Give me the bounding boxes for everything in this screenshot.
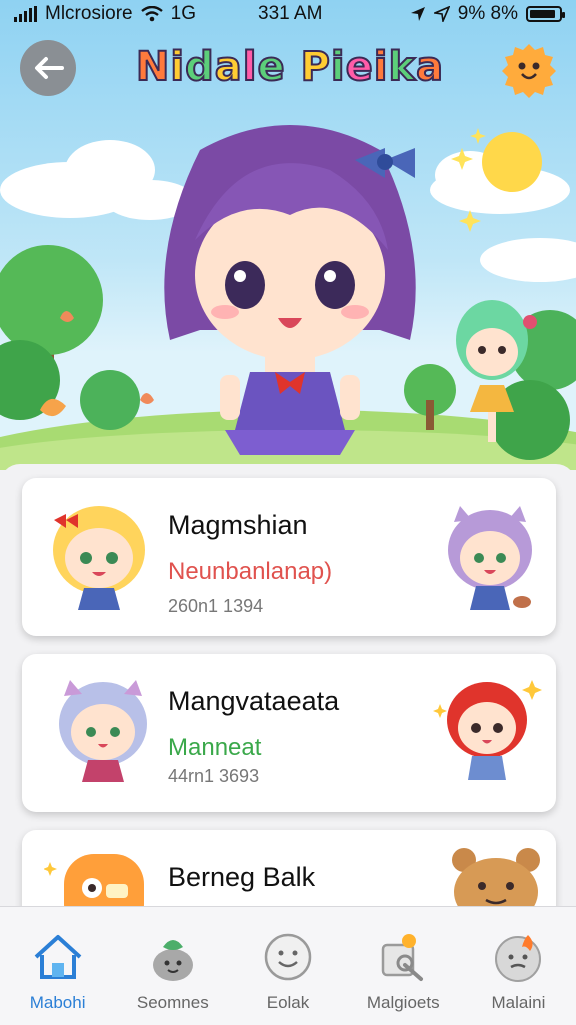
main-character — [164, 125, 416, 455]
mascot-button[interactable] — [500, 40, 558, 98]
character-avatar-left — [44, 854, 144, 914]
tab-label: Seomnes — [136, 993, 209, 1012]
character-meta: 44rn1 3693 — [168, 766, 260, 786]
gadgets-icon — [381, 934, 424, 981]
character-meta: 260n1 1394 — [168, 596, 264, 616]
location-icon — [410, 7, 425, 21]
carrier-label: Mlcrosiore — [45, 3, 133, 24]
character-avatar-left — [59, 680, 147, 782]
back-arrow-icon — [35, 57, 64, 79]
character-name: Berneg Balk — [168, 862, 316, 892]
wifi-icon — [140, 6, 163, 22]
smiley-icon — [264, 933, 312, 981]
character-card[interactable]: Mangvataeata Manneat 44rn1 3693 — [22, 654, 556, 812]
tab-seomnes[interactable]: Seomnes — [115, 907, 230, 1025]
battery-icon — [526, 6, 565, 22]
character-avatar-right — [452, 848, 540, 914]
sun — [482, 132, 542, 192]
character-list: Magmshian Neunbanlanap) 260n1 1394 Mangv… — [0, 464, 576, 914]
network-label: 1G — [170, 3, 196, 24]
orange-mascot-icon — [502, 44, 556, 98]
bottom-tab-bar: Mabohi Seomnes Eolak Malgioets Malaini — [0, 906, 576, 1025]
tab-label: Malgioets — [366, 993, 440, 1012]
tab-label: Eolak — [266, 993, 310, 1012]
navigation-icon — [433, 6, 450, 22]
status-bar: Mlcrosiore 1G 331 AM 9% 8% — [0, 0, 576, 28]
character-avatar-left — [53, 506, 145, 610]
flame-face-icon — [495, 935, 542, 982]
tab-home[interactable]: Mabohi — [0, 907, 115, 1025]
back-button[interactable] — [20, 40, 76, 96]
character-name: Mangvataeata — [168, 686, 340, 716]
character-card[interactable]: Magmshian Neunbanlanap) 260n1 1394 — [22, 478, 556, 636]
character-subtitle: Neunbanlanap) — [168, 558, 333, 585]
plant-buddy-icon — [152, 940, 193, 981]
character-avatar-right — [433, 680, 542, 780]
character-avatar-right — [448, 506, 532, 610]
tab-label: Mabohi — [29, 993, 86, 1012]
tab-malgioets[interactable]: Malgioets — [346, 907, 461, 1025]
tab-label: Malaini — [491, 993, 546, 1012]
character-name: Magmshian — [168, 510, 308, 540]
app-title: Nidale Pieika — [135, 43, 445, 91]
tab-malaini[interactable]: Malaini — [461, 907, 576, 1025]
character-subtitle: Manneat — [168, 734, 262, 761]
clock: 331 AM — [258, 3, 323, 24]
character-card[interactable]: Berneg Balk — [22, 830, 556, 914]
battery-text: 9% 8% — [457, 3, 518, 24]
signal-icon — [14, 6, 37, 22]
cloud-left — [0, 140, 195, 220]
tab-eolak[interactable]: Eolak — [230, 907, 345, 1025]
tree-left — [0, 245, 154, 430]
home-icon — [34, 935, 81, 979]
